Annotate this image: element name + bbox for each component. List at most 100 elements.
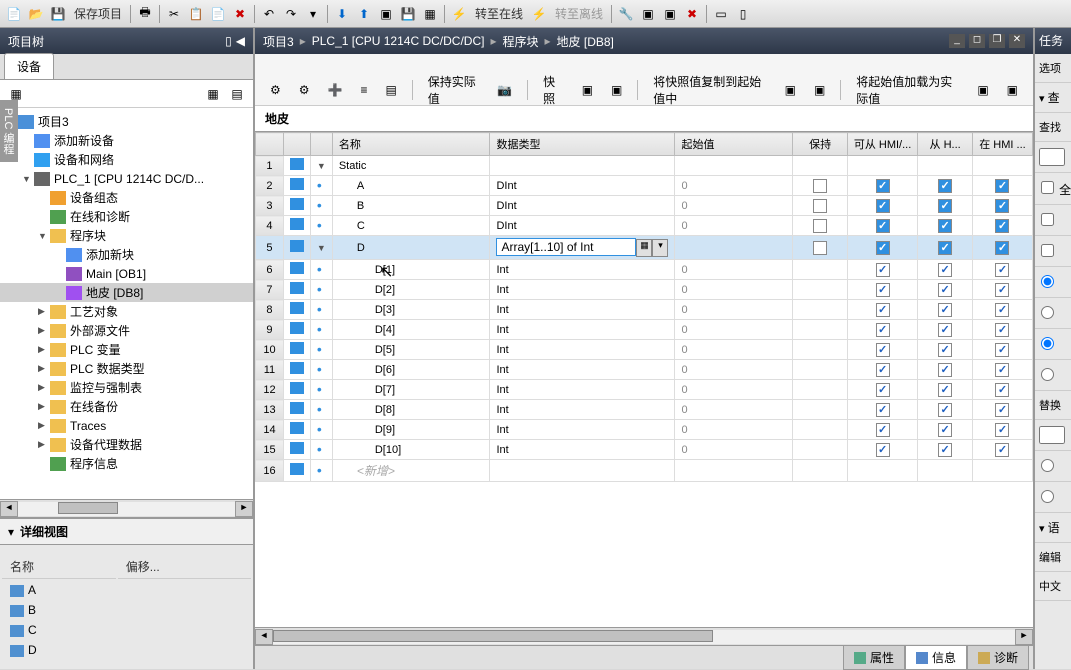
- checkbox[interactable]: [995, 443, 1009, 457]
- checkbox[interactable]: [938, 443, 952, 457]
- tool2-icon[interactable]: ▣: [638, 4, 658, 24]
- ed-add-icon[interactable]: ➕: [321, 79, 350, 101]
- breadcrumb-item[interactable]: 地皮 [DB8]: [557, 33, 614, 50]
- checkbox[interactable]: [876, 323, 890, 337]
- diagnostics-tab[interactable]: 诊断: [967, 645, 1029, 670]
- checkbox[interactable]: [938, 303, 952, 317]
- tree-item[interactable]: 设备和网络: [0, 150, 253, 169]
- device-icon[interactable]: 💾: [398, 4, 418, 24]
- table-row[interactable]: 13 • D[8] Int 0: [256, 400, 1033, 420]
- col-hmi-v[interactable]: 在 HMI ...: [972, 133, 1032, 156]
- lang-section[interactable]: ▾ 语: [1035, 513, 1071, 543]
- ls1-icon[interactable]: ▣: [970, 79, 995, 101]
- tree-expand-icon[interactable]: ▤: [227, 84, 247, 104]
- checkbox[interactable]: [876, 241, 890, 255]
- scroll-right-icon[interactable]: ►: [235, 501, 253, 517]
- opt1-checkbox[interactable]: [1041, 181, 1054, 194]
- checkbox[interactable]: [938, 323, 952, 337]
- checkbox[interactable]: [995, 363, 1009, 377]
- paste-icon[interactable]: 📄: [208, 4, 228, 24]
- tree-item[interactable]: Main [OB1]: [0, 264, 253, 283]
- breadcrumb-item[interactable]: PLC_1 [CPU 1214C DC/DC/DC]: [312, 34, 485, 48]
- tree-item[interactable]: 地皮 [DB8]: [0, 283, 253, 302]
- checkbox[interactable]: [876, 283, 890, 297]
- checkbox[interactable]: [938, 423, 952, 437]
- col-retain[interactable]: 保持: [793, 133, 847, 156]
- go-online-button[interactable]: 转至在线: [471, 5, 527, 22]
- checkbox[interactable]: [938, 383, 952, 397]
- ed-icon2[interactable]: ⚙: [292, 79, 317, 101]
- checkbox[interactable]: [938, 199, 952, 213]
- col-start[interactable]: 起始值: [675, 133, 793, 156]
- checkbox[interactable]: [876, 343, 890, 357]
- tree-item[interactable]: ▼程序块: [0, 226, 253, 245]
- checkbox[interactable]: [876, 219, 890, 233]
- table-row[interactable]: 14 • D[9] Int 0: [256, 420, 1033, 440]
- detail-row[interactable]: B: [2, 601, 251, 619]
- type-list-icon[interactable]: ▦: [636, 239, 652, 257]
- tree-item[interactable]: ▶PLC 数据类型: [0, 359, 253, 378]
- ed-scroll-right-icon[interactable]: ►: [1015, 629, 1033, 645]
- cs2-icon[interactable]: ▣: [807, 79, 832, 101]
- checkbox[interactable]: [995, 323, 1009, 337]
- col-type[interactable]: 数据类型: [490, 133, 675, 156]
- opt-r2[interactable]: [1041, 306, 1054, 319]
- checkbox[interactable]: [876, 383, 890, 397]
- search-section[interactable]: ▾ 查: [1035, 83, 1071, 113]
- save-project-button[interactable]: 保存项目: [70, 5, 126, 22]
- open-icon[interactable]: 📂: [26, 4, 46, 24]
- checkbox[interactable]: [876, 443, 890, 457]
- checkbox[interactable]: [995, 241, 1009, 255]
- detail-row[interactable]: A: [2, 581, 251, 599]
- opt-r6[interactable]: [1041, 490, 1054, 503]
- find-input[interactable]: [1035, 142, 1071, 173]
- col-hmi-w[interactable]: 从 H...: [918, 133, 973, 156]
- tree-item[interactable]: 添加新块: [0, 245, 253, 264]
- table-row[interactable]: 7 • D[2] Int 0: [256, 280, 1033, 300]
- devices-tab[interactable]: 设备: [4, 53, 54, 79]
- undo-icon[interactable]: ↶: [259, 4, 279, 24]
- pin-icon[interactable]: ▯: [225, 34, 232, 48]
- tree-item[interactable]: ▼PLC_1 [CPU 1214C DC/D...: [0, 169, 253, 188]
- table-row[interactable]: 8 • D[3] Int 0: [256, 300, 1033, 320]
- table-row[interactable]: 9 • D[4] Int 0: [256, 320, 1033, 340]
- cut-icon[interactable]: ✂: [164, 4, 184, 24]
- keep-actual-button[interactable]: 保持实际值: [421, 79, 487, 101]
- lang-value[interactable]: 中文: [1035, 572, 1071, 601]
- minimize-icon[interactable]: _: [949, 34, 965, 48]
- checkbox[interactable]: [938, 283, 952, 297]
- options-label[interactable]: 选项: [1035, 54, 1071, 83]
- checkbox[interactable]: [938, 263, 952, 277]
- tree-item[interactable]: ▶外部源文件: [0, 321, 253, 340]
- tree-grid-icon[interactable]: ▦: [203, 84, 223, 104]
- tree-item[interactable]: 在线和诊断: [0, 207, 253, 226]
- opt-r5[interactable]: [1041, 459, 1054, 472]
- checkbox[interactable]: [995, 383, 1009, 397]
- new-icon[interactable]: 📄: [4, 4, 24, 24]
- checkbox[interactable]: [938, 219, 952, 233]
- split-h-icon[interactable]: ▭: [711, 4, 731, 24]
- checkbox[interactable]: [995, 219, 1009, 233]
- checkbox[interactable]: [995, 283, 1009, 297]
- checkbox[interactable]: [938, 343, 952, 357]
- type-input[interactable]: [496, 238, 636, 256]
- checkbox[interactable]: [938, 241, 952, 255]
- delete-icon[interactable]: ✖: [230, 4, 250, 24]
- copy-snap-button[interactable]: 将快照值复制到起始值中: [646, 79, 773, 101]
- opt-r4[interactable]: [1041, 368, 1054, 381]
- go-online-icon[interactable]: ⚡: [449, 4, 469, 24]
- checkbox[interactable]: [995, 303, 1009, 317]
- ed-filter-icon[interactable]: ▤: [379, 79, 404, 101]
- go-offline-icon[interactable]: ⚡: [529, 4, 549, 24]
- checkbox[interactable]: [995, 343, 1009, 357]
- data-block-table[interactable]: 名称 数据类型 起始值 保持 可从 HMI/... 从 H... 在 HMI .…: [255, 131, 1033, 627]
- opt-r1[interactable]: [1041, 275, 1054, 288]
- snap3-icon[interactable]: ▣: [604, 79, 629, 101]
- tree-item[interactable]: ▶Traces: [0, 416, 253, 435]
- detail-row[interactable]: C: [2, 621, 251, 639]
- checkbox[interactable]: [995, 423, 1009, 437]
- detail-header[interactable]: ▾ 详细视图: [0, 519, 253, 545]
- opt-r3[interactable]: [1041, 337, 1054, 350]
- checkbox[interactable]: [938, 179, 952, 193]
- table-row[interactable]: 11 • D[6] Int 0: [256, 360, 1033, 380]
